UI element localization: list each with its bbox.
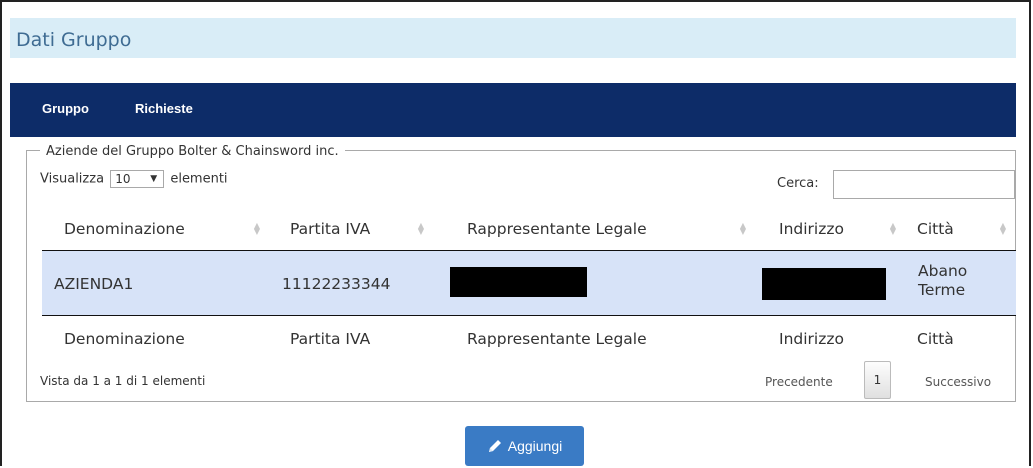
column-footer-rappresentante-legale: Rappresentante Legale [467, 330, 647, 348]
column-footer-partita-iva: Partita IVA [290, 330, 371, 348]
column-header-indirizzo[interactable]: Indirizzo [779, 220, 844, 238]
add-button[interactable]: Aggiungi [465, 426, 584, 466]
cell-indirizzo-redacted [762, 268, 886, 300]
sort-icon: ▲ ▼ [739, 221, 747, 236]
search-label: Cerca: [777, 176, 819, 191]
navbar: Gruppo Richieste [10, 83, 1016, 137]
cell-citta-line1: Abano [918, 262, 968, 280]
prev-page-button[interactable]: Precedente [765, 375, 833, 389]
column-header-partita-iva[interactable]: Partita IVA [290, 220, 370, 238]
dropdown-arrow-icon: ▼ [150, 174, 158, 184]
column-footer-denominazione: Denominazione [64, 330, 185, 348]
nav-item-richieste[interactable]: Richieste [135, 101, 193, 116]
sort-icon: ▲ ▼ [889, 221, 897, 236]
table-footer-divider [42, 315, 1016, 316]
column-footer-indirizzo: Indirizzo [779, 330, 844, 348]
page-length-value: 10 [115, 172, 131, 186]
pencil-icon [488, 440, 501, 452]
nav-item-gruppo[interactable]: Gruppo [42, 101, 89, 116]
next-page-button[interactable]: Successivo [925, 375, 991, 389]
column-header-denominazione[interactable]: Denominazione [64, 220, 185, 238]
length-suffix: elementi [170, 171, 228, 187]
column-footer-citta: Città [917, 330, 954, 348]
length-prefix: Visualizza [40, 171, 105, 187]
cell-partita-iva: 11122233344 [282, 275, 391, 293]
sort-icon: ▲ ▼ [253, 221, 261, 236]
sort-icon: ▲ ▼ [999, 221, 1007, 236]
column-header-citta[interactable]: Città [917, 220, 954, 238]
add-button-label: Aggiungi [507, 438, 563, 454]
table-row[interactable]: AZIENDA1 11122233344 Abano Terme [42, 251, 1016, 315]
cell-denominazione: AZIENDA1 [54, 275, 134, 293]
cell-citta: Abano Terme [918, 262, 967, 300]
page-length-select[interactable]: 10 ▼ [110, 170, 165, 188]
table-info: Vista da 1 a 1 di 1 elementi [40, 374, 206, 388]
fieldset-legend: Aziende del Gruppo Bolter & Chainsword i… [40, 144, 345, 159]
search-input[interactable] [833, 170, 1015, 199]
cell-citta-line2: Terme [918, 281, 966, 299]
length-control: Visualizza 10 ▼ elementi [40, 170, 228, 188]
cell-rappresentante-legale-redacted [450, 267, 587, 297]
page-1-button[interactable]: 1 [864, 361, 891, 399]
page-title: Dati Gruppo [10, 18, 1016, 58]
sort-icon: ▲ ▼ [417, 221, 425, 236]
column-header-rappresentante-legale[interactable]: Rappresentante Legale [467, 220, 647, 238]
